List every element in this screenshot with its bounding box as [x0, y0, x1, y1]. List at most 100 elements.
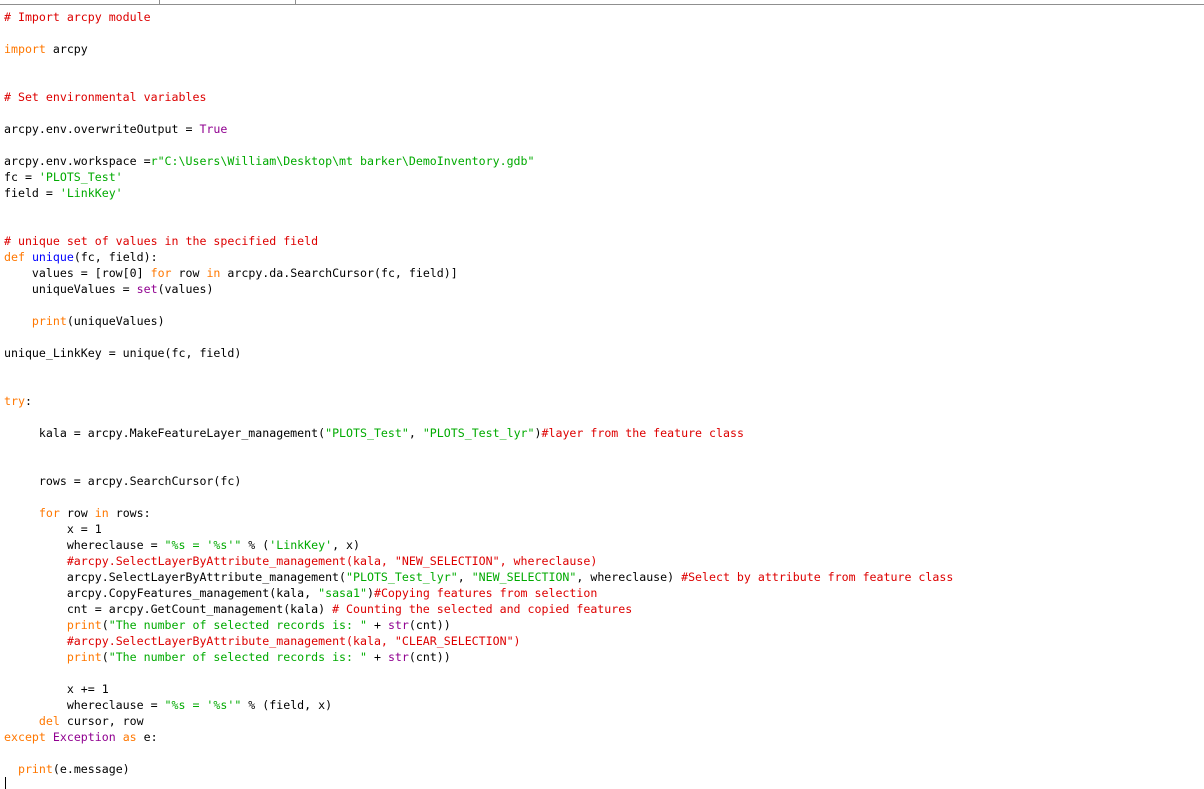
code-line: import arcpy: [4, 41, 1204, 57]
code-token: cnt = arcpy.GetCount_management(kala): [4, 602, 333, 616]
code-token: arcpy.env.overwriteOutput =: [4, 122, 200, 136]
code-line: rows = arcpy.SearchCursor(fc): [4, 473, 1204, 489]
code-line: # unique set of values in the specified …: [4, 233, 1204, 249]
code-line: x = 1: [4, 521, 1204, 537]
code-token: "sasa1": [318, 586, 367, 600]
code-token: arcpy: [45, 42, 88, 56]
code-token: whereclause =: [4, 698, 165, 712]
code-token: (values): [157, 282, 214, 296]
code-token: "PLOTS_Test_lyr": [422, 426, 535, 440]
code-token: # Counting the selected and copied featu…: [332, 602, 633, 616]
code-line: cnt = arcpy.GetCount_management(kala) # …: [4, 601, 1204, 617]
code-line: values = [row[0] for row in arcpy.da.Sea…: [4, 265, 1204, 281]
code-token: del: [38, 714, 60, 728]
code-token: arcpy.CopyFeatures_management(kala,: [4, 586, 319, 600]
code-token: in: [206, 266, 221, 280]
code-token: 'PLOTS_Test': [38, 170, 123, 184]
code-token: #layer from the feature class: [541, 426, 744, 440]
code-token: # Import arcpy module: [4, 10, 151, 24]
code-token: r"C:\Users\William\Desktop\mt barker\Dem…: [150, 154, 535, 168]
code-token: except: [4, 730, 46, 744]
code-token: (cnt)): [408, 618, 451, 632]
code-line: #arcpy.SelectLayerByAttribute_management…: [4, 633, 1204, 649]
code-token: try: [4, 394, 25, 408]
code-token: set: [136, 282, 158, 296]
code-line: except Exception as e:: [4, 729, 1204, 745]
code-token: as: [122, 730, 137, 744]
code-token: def: [4, 250, 25, 264]
code-token: 'LinkKey': [59, 186, 123, 200]
code-token: "PLOTS_Test_lyr": [346, 570, 458, 584]
code-editor[interactable]: # Import arcpy module import arcpy # Set…: [4, 9, 1204, 787]
code-token: "%s = '%s'": [164, 538, 242, 552]
code-token: for: [38, 506, 60, 520]
code-token: % (: [241, 538, 270, 552]
code-token: field =: [4, 186, 60, 200]
code-token: Exception: [52, 730, 116, 744]
code-line: x += 1: [4, 681, 1204, 697]
code-line: #arcpy.SelectLayerByAttribute_management…: [4, 553, 1204, 569]
code-token: x += 1: [4, 682, 109, 696]
code-token: cursor, row: [59, 714, 144, 728]
code-token: print: [17, 762, 53, 776]
code-token: , whereclause): [576, 570, 682, 584]
code-line: unique_LinkKey = unique(fc, field): [4, 345, 1204, 361]
code-token: (: [101, 618, 109, 632]
code-token: in: [94, 506, 109, 520]
code-token: # unique set of values in the specified …: [4, 234, 319, 248]
code-line: arcpy.SelectLayerByAttribute_management(…: [4, 569, 1204, 585]
code-token: unique_LinkKey = unique(fc, field): [4, 346, 242, 360]
code-token: fc =: [4, 170, 39, 184]
code-line: kala = arcpy.MakeFeatureLayer_management…: [4, 425, 1204, 441]
code-token: True: [199, 122, 228, 136]
code-token: (e.message): [52, 762, 130, 776]
code-token: :: [24, 394, 32, 408]
code-token: "The number of selected records is: ": [108, 650, 367, 664]
code-token: for: [150, 266, 172, 280]
code-token: #arcpy.SelectLayerByAttribute_management…: [66, 554, 598, 568]
code-line: whereclause = "%s = '%s'" % ('LinkKey', …: [4, 537, 1204, 553]
code-token: # Set environmental variables: [4, 90, 207, 104]
code-token: +: [366, 650, 388, 664]
code-token: +: [366, 618, 388, 632]
code-token: kala = arcpy.MakeFeatureLayer_management…: [4, 426, 326, 440]
code-token: #arcpy.SelectLayerByAttribute_management…: [66, 634, 521, 648]
code-line: field = 'LinkKey': [4, 185, 1204, 201]
code-token: (uniqueValues): [66, 314, 165, 328]
code-line: print(e.message): [4, 761, 1204, 777]
code-token: whereclause =: [4, 538, 165, 552]
code-line: print("The number of selected records is…: [4, 649, 1204, 665]
code-token: "NEW_SELECTION": [471, 570, 577, 584]
code-token: 'LinkKey': [269, 538, 333, 552]
code-token: "PLOTS_Test": [325, 426, 409, 440]
code-line: arcpy.CopyFeatures_management(kala, "sas…: [4, 585, 1204, 601]
code-token: rows:: [108, 506, 151, 520]
top-border-notch: [295, 0, 296, 4]
code-token: ): [366, 586, 374, 600]
code-token: row: [59, 506, 95, 520]
window-top-border: [0, 4, 1204, 5]
code-line: print("The number of selected records is…: [4, 617, 1204, 633]
code-line: arcpy.env.overwriteOutput = True: [4, 121, 1204, 137]
code-token: #Copying features from selection: [373, 586, 598, 600]
